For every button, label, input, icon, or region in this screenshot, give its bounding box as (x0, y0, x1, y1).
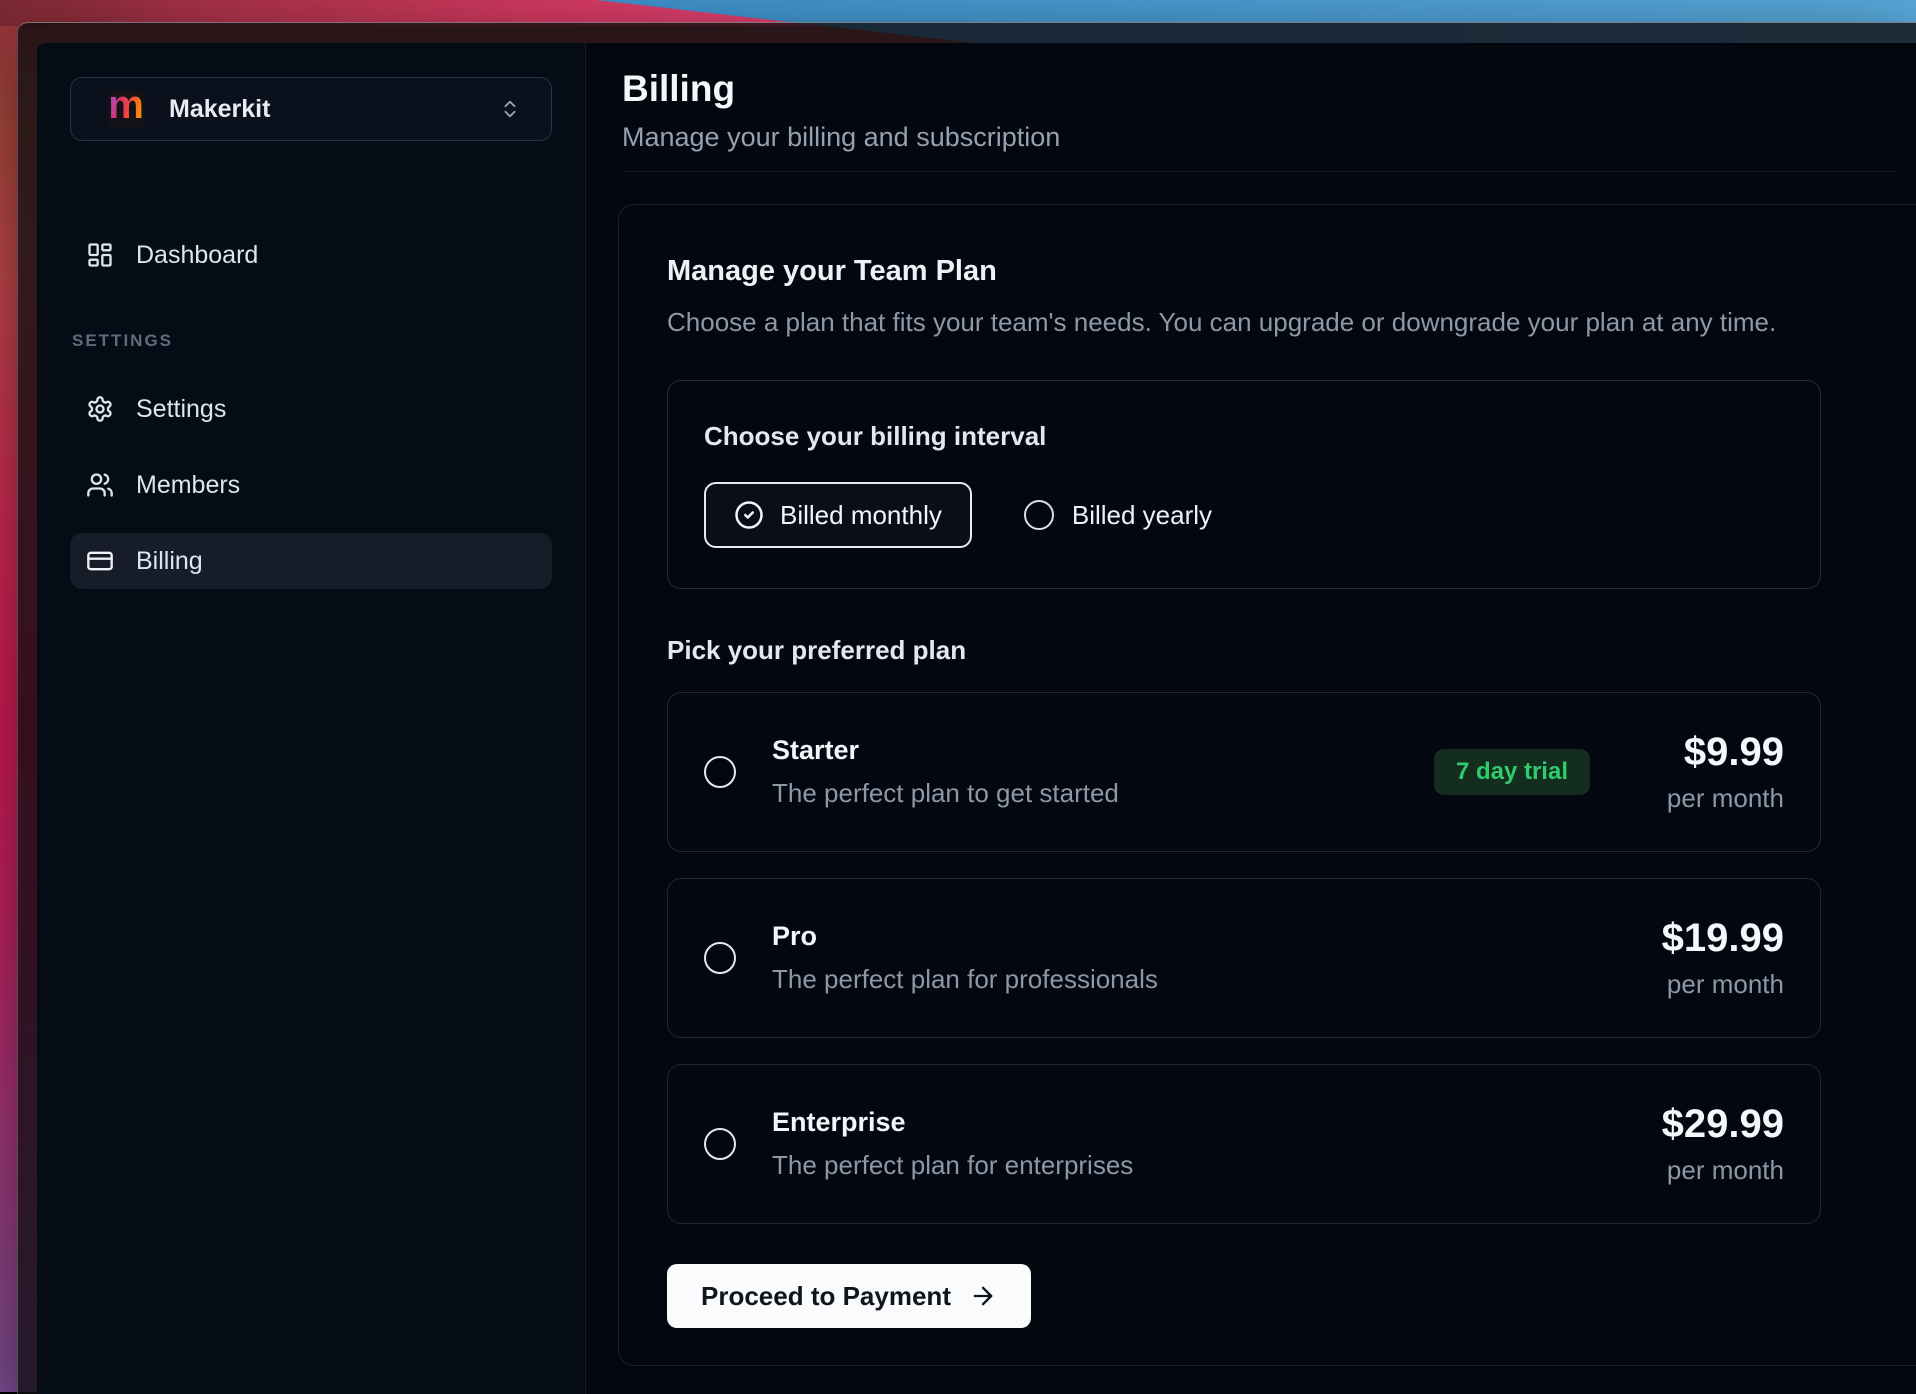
plan-radio[interactable] (704, 756, 736, 788)
plan-row-enterprise[interactable]: Enterprise The perfect plan for enterpri… (667, 1064, 1821, 1224)
page-title: Billing (622, 67, 1894, 111)
proceed-to-payment-button[interactable]: Proceed to Payment (667, 1264, 1031, 1328)
sidebar-item-label: Billing (136, 547, 203, 576)
plans-label: Pick your preferred plan (667, 635, 1885, 666)
interval-option-label: Billed yearly (1072, 500, 1212, 531)
plan-description: The perfect plan for enterprises (772, 1150, 1133, 1181)
proceed-button-label: Proceed to Payment (701, 1281, 951, 1312)
sidebar-section-settings: SETTINGS (72, 331, 552, 351)
sidebar-item-label: Settings (136, 395, 226, 424)
plan-description: The perfect plan to get started (772, 778, 1119, 809)
plan-period: per month (1634, 1155, 1784, 1186)
plan-name: Pro (772, 921, 1158, 952)
plan-row-starter[interactable]: Starter The perfect plan to get started … (667, 692, 1821, 852)
plan-row-pro[interactable]: Pro The perfect plan for professionals $… (667, 878, 1821, 1038)
page-header: Billing Manage your billing and subscrip… (586, 43, 1916, 172)
sidebar: m Makerkit Dashboard SETTINGS (37, 43, 585, 1394)
billing-content: Manage your Team Plan Choose a plan that… (586, 172, 1916, 1366)
billing-interval-label: Choose your billing interval (704, 421, 1784, 452)
main-panel: Billing Manage your billing and subscrip… (585, 43, 1916, 1394)
makerkit-logo: m (107, 90, 145, 128)
plan-name: Starter (772, 735, 1119, 766)
plan-price: $29.99 (1634, 1102, 1784, 1147)
plan-radio[interactable] (704, 1128, 736, 1160)
interval-option-monthly[interactable]: Billed monthly (704, 482, 972, 548)
plan-info: Pro The perfect plan for professionals (772, 921, 1158, 995)
workspace-name: Makerkit (169, 95, 475, 124)
workspace-selector[interactable]: m Makerkit (70, 77, 552, 141)
plan-radio[interactable] (704, 942, 736, 974)
plan-price: $19.99 (1634, 916, 1784, 961)
dashboard-icon (86, 241, 114, 269)
price-column: $19.99 per month (1634, 916, 1784, 1000)
sidebar-item-billing[interactable]: Billing (70, 533, 552, 589)
price-column: $9.99 per month (1634, 730, 1784, 814)
sidebar-item-settings[interactable]: Settings (70, 381, 552, 437)
plan-period: per month (1634, 783, 1784, 814)
sidebar-item-members[interactable]: Members (70, 457, 552, 513)
app-window: m Makerkit Dashboard SETTINGS (17, 22, 1916, 1394)
users-icon (86, 471, 114, 499)
interval-option-yearly[interactable]: Billed yearly (1024, 500, 1212, 531)
plan-pricing: $19.99 per month (1634, 916, 1784, 1000)
plan-period: per month (1634, 969, 1784, 1000)
page-subtitle: Manage your billing and subscription (622, 121, 1894, 153)
plan-price: $9.99 (1634, 730, 1784, 775)
radio-circle (1024, 500, 1054, 530)
credit-card-icon (86, 547, 114, 575)
plan-name: Enterprise (772, 1107, 1133, 1138)
trial-badge: 7 day trial (1434, 749, 1590, 795)
team-plan-card: Manage your Team Plan Choose a plan that… (618, 204, 1916, 1366)
app-content: m Makerkit Dashboard SETTINGS (37, 43, 1916, 1394)
billing-interval-options: Billed monthly Billed yearly (704, 482, 1784, 548)
interval-option-label: Billed monthly (780, 500, 942, 531)
gear-icon (86, 395, 114, 423)
sidebar-item-label: Dashboard (136, 241, 258, 270)
sidebar-item-label: Members (136, 471, 240, 500)
chevrons-up-down-icon (499, 98, 521, 120)
plan-pricing: $29.99 per month (1634, 1102, 1784, 1186)
plan-pricing: 7 day trial $9.99 per month (1434, 730, 1784, 814)
plan-info: Starter The perfect plan to get started (772, 735, 1119, 809)
plan-info: Enterprise The perfect plan for enterpri… (772, 1107, 1133, 1181)
plan-description: The perfect plan for professionals (772, 964, 1158, 995)
billing-interval-box: Choose your billing interval Billed mont… (667, 380, 1821, 589)
card-subtitle: Choose a plan that fits your team's need… (667, 306, 1885, 338)
sidebar-nav: Dashboard SETTINGS Settings Members (70, 227, 552, 589)
card-title: Manage your Team Plan (667, 255, 1885, 288)
sidebar-item-dashboard[interactable]: Dashboard (70, 227, 552, 283)
check-circle-icon (734, 500, 764, 530)
price-column: $29.99 per month (1634, 1102, 1784, 1186)
arrow-right-icon (969, 1282, 997, 1310)
